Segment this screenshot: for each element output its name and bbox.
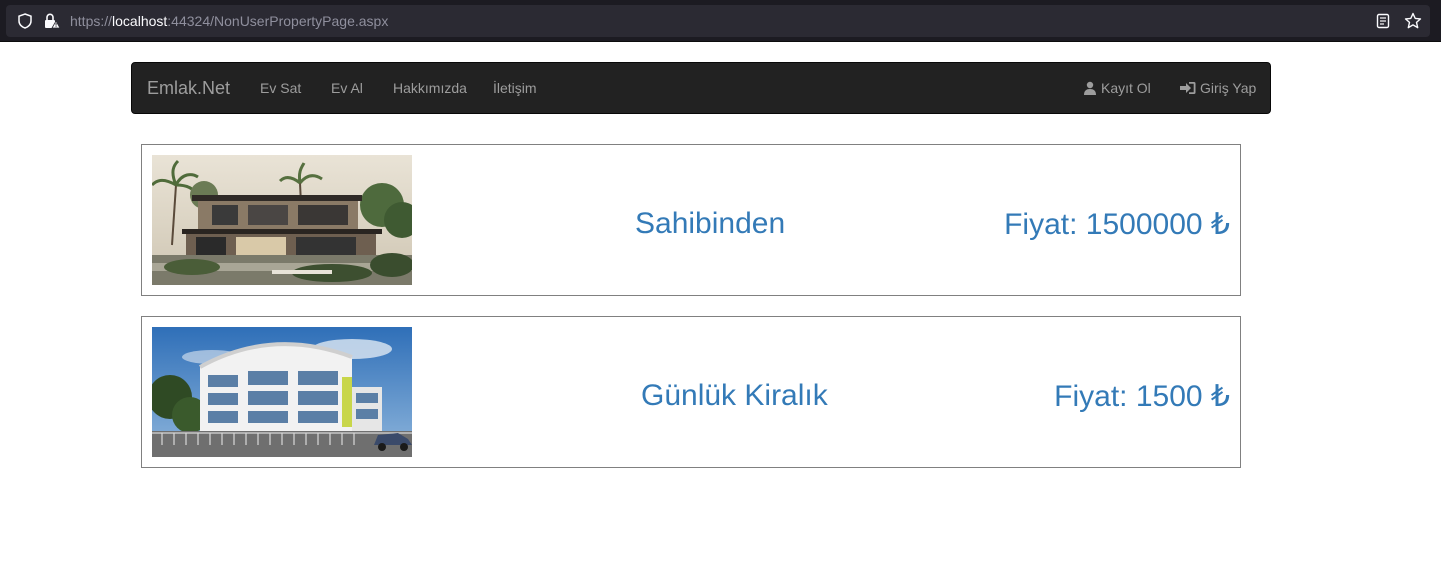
- nav-item-ev-sat[interactable]: Ev Sat: [260, 80, 301, 96]
- listing-card[interactable]: Sahibinden Fiyat: 1500000 ₺: [141, 144, 1241, 296]
- listing-price: Fiyat: 1500 ₺: [1054, 380, 1230, 413]
- shield-icon[interactable]: [17, 13, 33, 29]
- nav-item-hakkimizda[interactable]: Hakkımızda: [393, 80, 467, 96]
- browser-toolbar: https://localhost:44324/NonUserPropertyP…: [0, 0, 1441, 42]
- nav-item-ev-al[interactable]: Ev Al: [331, 80, 363, 96]
- listing-type[interactable]: Sahibinden: [635, 207, 785, 241]
- register-link[interactable]: Kayıt Ol: [1083, 80, 1151, 96]
- bookmark-star-icon[interactable]: [1404, 12, 1422, 30]
- listing-price: Fiyat: 1500000 ₺: [1004, 208, 1230, 241]
- brand-link[interactable]: Emlak.Net: [147, 78, 230, 99]
- user-icon: [1084, 81, 1096, 95]
- register-label: Kayıt Ol: [1101, 80, 1151, 96]
- main-navbar: Emlak.Net Ev Sat Ev Al Hakkımızda İletiş…: [131, 62, 1271, 114]
- url-text[interactable]: https://localhost:44324/NonUserPropertyP…: [70, 13, 388, 29]
- property-photo-apartment[interactable]: [152, 327, 412, 457]
- address-bar[interactable]: https://localhost:44324/NonUserPropertyP…: [6, 5, 1430, 37]
- property-photo-villa[interactable]: [152, 155, 412, 285]
- login-label: Giriş Yap: [1200, 80, 1257, 96]
- listing-card[interactable]: Günlük Kiralık Fiyat: 1500 ₺: [141, 316, 1241, 468]
- login-icon: [1180, 82, 1196, 94]
- reader-view-icon[interactable]: [1375, 13, 1391, 29]
- toolbar-divider: [0, 41, 1441, 42]
- login-link[interactable]: Giriş Yap: [1180, 80, 1256, 96]
- nav-item-iletisim[interactable]: İletişim: [493, 80, 537, 96]
- listing-type[interactable]: Günlük Kiralık: [641, 379, 828, 413]
- lock-warning-icon[interactable]: [43, 12, 61, 30]
